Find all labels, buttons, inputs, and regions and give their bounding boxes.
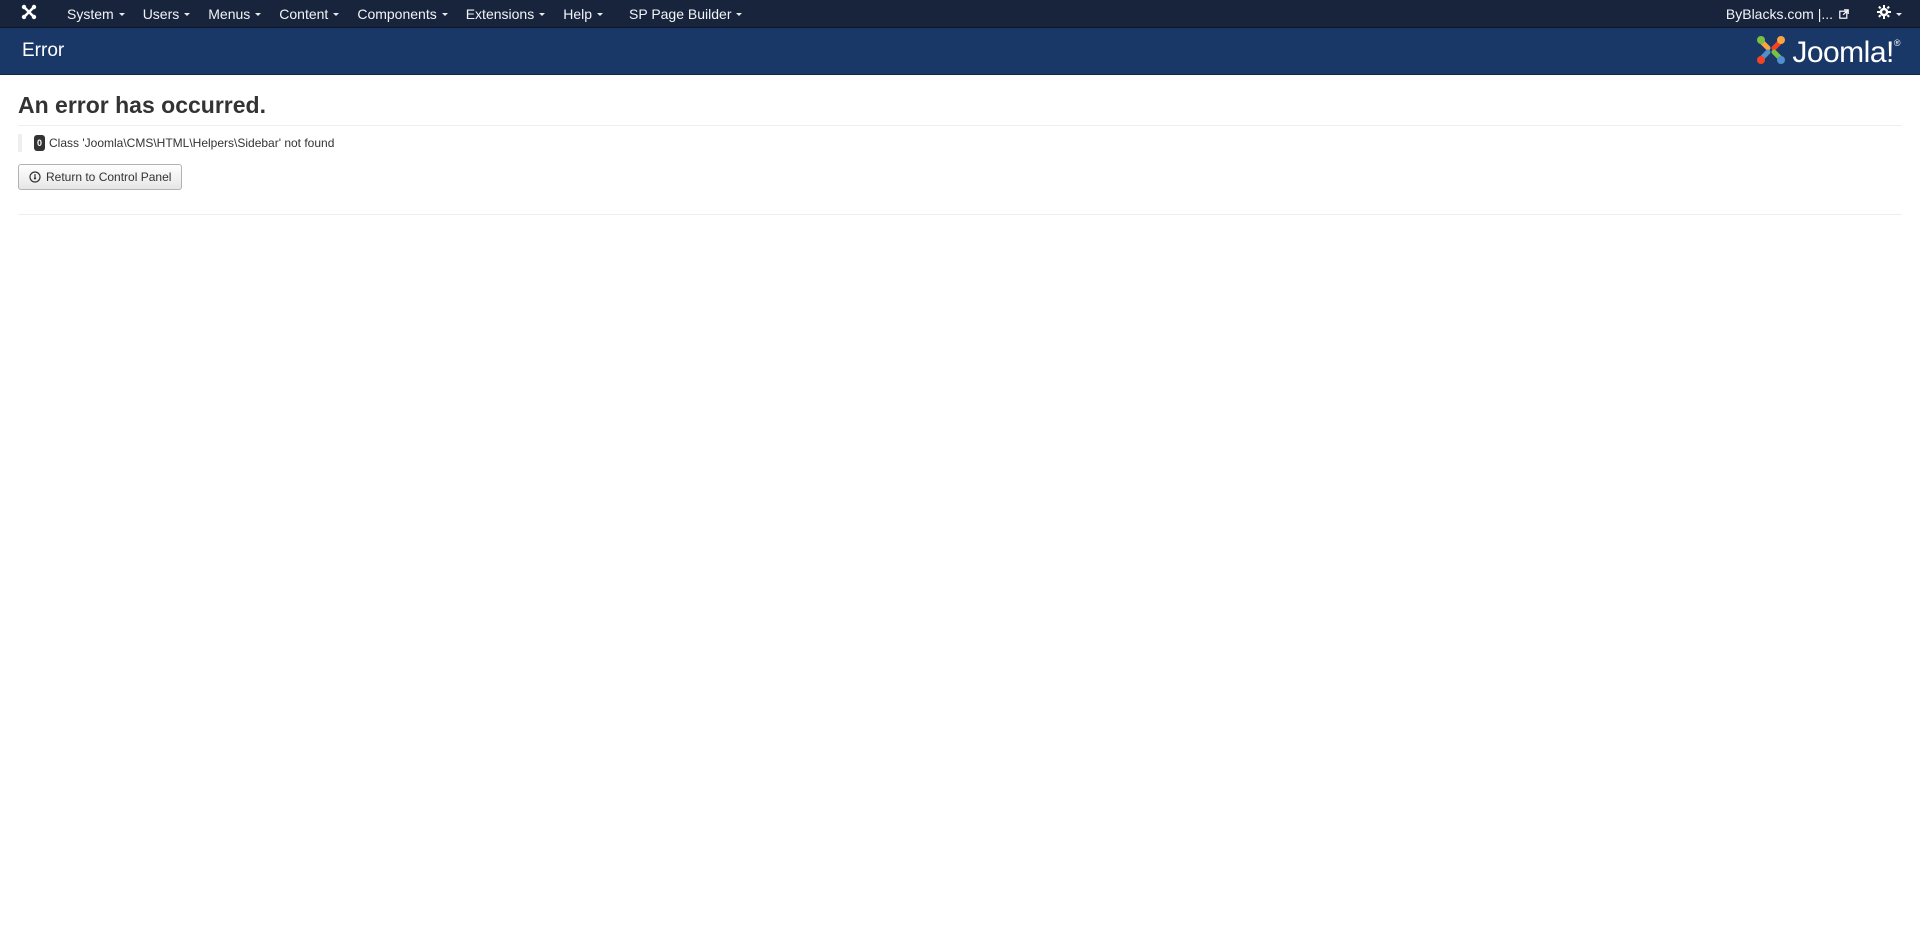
joomla-icon	[21, 4, 37, 23]
menu-label: Content	[279, 5, 329, 22]
menu-extensions[interactable]: Extensions	[457, 0, 554, 28]
menu-label: Components	[357, 5, 437, 22]
menu-label: Users	[142, 5, 180, 22]
menu-label: Help	[563, 5, 592, 22]
joomla-logo-text: Joomla!®	[1792, 36, 1900, 70]
error-message: Class 'Joomla\CMS\HTML\Helpers\Sidebar' …	[49, 136, 335, 150]
menu-users[interactable]: Users	[134, 0, 200, 28]
joomla-logo: Joomla!®	[1754, 33, 1901, 72]
menu-sp-page-builder[interactable]: SP Page Builder	[620, 0, 751, 28]
top-navbar: System Users Menus Content Components Ex…	[0, 0, 1920, 28]
dashboard-icon	[29, 171, 41, 183]
caret-down-icon	[255, 13, 262, 16]
error-message-block: 0 Class 'Joomla\CMS\HTML\Helpers\Sidebar…	[18, 134, 1902, 152]
menu-label: System	[67, 5, 114, 22]
caret-down-icon	[539, 13, 546, 16]
external-link-icon	[1839, 8, 1849, 19]
caret-down-icon	[597, 13, 603, 16]
joomla-brand-button[interactable]	[0, 0, 58, 28]
caret-down-icon	[184, 13, 191, 16]
menu-label: SP Page Builder	[629, 5, 732, 22]
gear-icon	[1877, 5, 1891, 22]
joomla-logo-mark-icon	[1754, 33, 1788, 72]
menu-label: Menus	[208, 5, 251, 22]
menu-label: Extensions	[465, 5, 535, 22]
joomla-logo-word: Joomla!	[1792, 35, 1894, 69]
site-link-label: ByBlacks.com |...	[1725, 5, 1833, 22]
page-title: Error	[22, 40, 65, 61]
error-heading: An error has occurred.	[18, 92, 1902, 126]
menu-system[interactable]: System	[58, 0, 134, 28]
caret-down-icon	[441, 13, 448, 16]
caret-down-icon	[1896, 13, 1902, 16]
menu-help[interactable]: Help	[554, 0, 612, 28]
error-code-badge: 0	[34, 135, 46, 151]
registered-mark: ®	[1893, 37, 1901, 48]
button-label: Return to Control Panel	[46, 170, 172, 184]
navbar-right: ByBlacks.com |...	[1726, 0, 1920, 28]
content-divider	[18, 214, 1902, 215]
page-header: Error Joomla!®	[0, 28, 1920, 75]
menu-menus[interactable]: Menus	[199, 0, 270, 28]
return-to-control-panel-button[interactable]: Return to Control Panel	[18, 164, 183, 190]
settings-button[interactable]	[1877, 5, 1902, 22]
caret-down-icon	[118, 13, 125, 16]
caret-down-icon	[736, 13, 743, 16]
menu-content[interactable]: Content	[270, 0, 348, 28]
site-link[interactable]: ByBlacks.com |...	[1726, 6, 1849, 22]
caret-down-icon	[333, 13, 340, 16]
menu-components[interactable]: Components	[348, 0, 456, 28]
main-menu: System Users Menus Content Components Ex…	[58, 0, 751, 28]
main-content: An error has occurred. 0 Class 'Joomla\C…	[18, 75, 1902, 215]
